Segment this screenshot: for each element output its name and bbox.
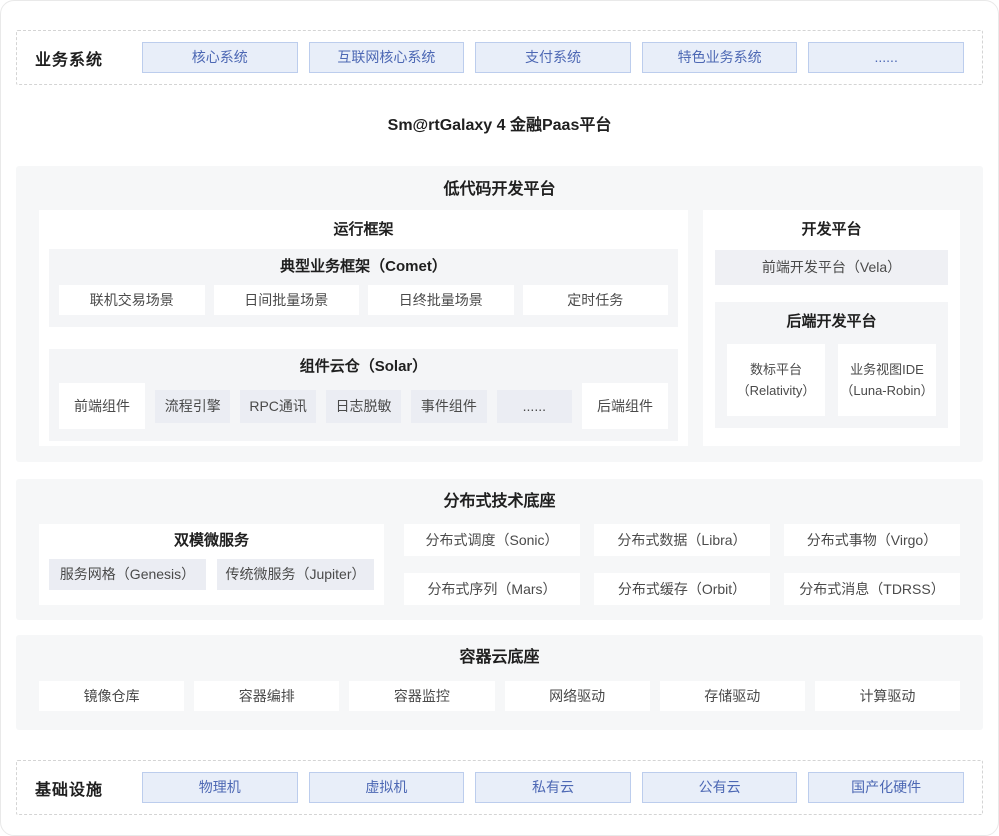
data-platform-relativity: 数标平台 （Relativity）	[727, 344, 825, 416]
comet-items: 联机交易场景 日间批量场景 日终批量场景 定时任务	[59, 285, 668, 315]
business-view-ide-luna-robin: 业务视图IDE （Luna-Robin）	[838, 344, 936, 416]
container-cloud-panel: 容器云底座 镜像仓库 容器编排 容器监控 网络驱动 存储驱动 计算驱动	[16, 635, 983, 730]
solar-warehouse-panel: 组件云仓（Solar） 前端组件 流程引擎 RPC通讯 日志脱敏 事件组件 ..…	[49, 349, 678, 441]
solar-backend-components: 后端组件	[582, 383, 668, 429]
service-mesh-genesis: 服务网格（Genesis）	[49, 559, 206, 590]
business-view-ide-line2: （Luna-Robin）	[838, 380, 936, 401]
distributed-data-libra: 分布式数据（Libra）	[594, 524, 770, 556]
traditional-microservices-jupiter: 传统微服务（Jupiter）	[217, 559, 374, 590]
comet-item-online-trade: 联机交易场景	[59, 285, 205, 315]
infra-physical-machine: 物理机	[142, 772, 298, 803]
container-cloud-items: 镜像仓库 容器编排 容器监控 网络驱动 存储驱动 计算驱动	[39, 681, 960, 711]
business-view-ide-line1: 业务视图IDE	[838, 359, 936, 380]
business-system-payment: 支付系统	[475, 42, 631, 73]
business-systems-strip: 业务系统 核心系统 互联网核心系统 支付系统 特色业务系统 ......	[16, 30, 983, 85]
container-orchestration: 容器编排	[194, 681, 339, 711]
platform-title: Sm@rtGalaxy 4 金融Paas平台	[16, 114, 983, 138]
distributed-items-grid: 分布式调度（Sonic） 分布式数据（Libra） 分布式事物（Virgo） 分…	[404, 524, 960, 605]
lowcode-platform-title: 低代码开发平台	[39, 178, 960, 202]
data-platform-relativity-line1: 数标平台	[727, 359, 825, 380]
container-cloud-title: 容器云底座	[39, 646, 960, 670]
distributed-scheduling-sonic: 分布式调度（Sonic）	[404, 524, 580, 556]
image-registry: 镜像仓库	[39, 681, 184, 711]
container-monitoring: 容器监控	[349, 681, 494, 711]
frontend-dev-platform-vela: 前端开发平台（Vela）	[715, 250, 948, 285]
solar-chip-more: ......	[497, 390, 572, 423]
solar-chip-process-engine: 流程引擎	[155, 390, 230, 423]
infra-public-cloud: 公有云	[642, 772, 798, 803]
business-system-more: ......	[808, 42, 964, 73]
comet-item-intraday-batch: 日间批量场景	[214, 285, 360, 315]
solar-items: 前端组件 流程引擎 RPC通讯 日志脱敏 事件组件 ...... 后端组件	[59, 383, 668, 429]
runtime-framework-panel: 运行框架 典型业务框架（Comet） 联机交易场景 日间批量场景 日终批量场景 …	[39, 210, 688, 446]
dev-platform-panel: 开发平台 前端开发平台（Vela） 后端开发平台 数标平台 （Relativit…	[703, 210, 960, 446]
comet-item-scheduled-task: 定时任务	[523, 285, 669, 315]
dual-mode-microservices-title: 双模微服务	[49, 529, 374, 553]
infra-domestic-hardware: 国产化硬件	[808, 772, 964, 803]
distributed-base-panel: 分布式技术底座 双模微服务 服务网格（Genesis） 传统微服务（Jupite…	[16, 479, 983, 620]
infra-private-cloud: 私有云	[475, 772, 631, 803]
distributed-message-tdrss: 分布式消息（TDRSS）	[784, 573, 960, 605]
distributed-cache-orbit: 分布式缓存（Orbit）	[594, 573, 770, 605]
runtime-framework-title: 运行框架	[49, 218, 678, 242]
network-driver: 网络驱动	[505, 681, 650, 711]
dev-platform-title: 开发平台	[715, 218, 948, 242]
infra-virtual-machine: 虚拟机	[309, 772, 465, 803]
architecture-diagram: 业务系统 核心系统 互联网核心系统 支付系统 特色业务系统 ...... Sm@…	[0, 0, 999, 836]
business-system-core: 核心系统	[142, 42, 298, 73]
distributed-body: 双模微服务 服务网格（Genesis） 传统微服务（Jupiter） 分布式调度…	[39, 524, 960, 605]
solar-frontend-components: 前端组件	[59, 383, 145, 429]
solar-chip-event: 事件组件	[411, 390, 486, 423]
solar-chip-log-masking: 日志脱敏	[326, 390, 401, 423]
data-platform-relativity-line2: （Relativity）	[727, 380, 825, 401]
lowcode-body: 运行框架 典型业务框架（Comet） 联机交易场景 日间批量场景 日终批量场景 …	[39, 210, 960, 446]
lowcode-platform-panel: 低代码开发平台 运行框架 典型业务框架（Comet） 联机交易场景 日间批量场景…	[16, 166, 983, 462]
dual-mode-items: 服务网格（Genesis） 传统微服务（Jupiter）	[49, 559, 374, 590]
distributed-transaction-virgo: 分布式事物（Virgo）	[784, 524, 960, 556]
solar-chip-rpc: RPC通讯	[240, 390, 315, 423]
comet-framework-panel: 典型业务框架（Comet） 联机交易场景 日间批量场景 日终批量场景 定时任务	[49, 249, 678, 327]
business-systems-label: 业务系统	[35, 46, 131, 70]
backend-dev-platform-title: 后端开发平台	[727, 310, 936, 334]
compute-driver: 计算驱动	[815, 681, 960, 711]
storage-driver: 存储驱动	[660, 681, 805, 711]
dual-mode-microservices-panel: 双模微服务 服务网格（Genesis） 传统微服务（Jupiter）	[39, 524, 384, 605]
infrastructure-strip: 基础设施 物理机 虚拟机 私有云 公有云 国产化硬件	[16, 760, 983, 815]
distributed-base-title: 分布式技术底座	[39, 490, 960, 514]
solar-warehouse-title: 组件云仓（Solar）	[59, 355, 668, 379]
comet-item-eod-batch: 日终批量场景	[368, 285, 514, 315]
distributed-sequence-mars: 分布式序列（Mars）	[404, 573, 580, 605]
comet-framework-title: 典型业务框架（Comet）	[59, 255, 668, 279]
backend-dev-items: 数标平台 （Relativity） 业务视图IDE （Luna-Robin）	[727, 344, 936, 416]
business-system-internet-core: 互联网核心系统	[309, 42, 465, 73]
business-system-special: 特色业务系统	[642, 42, 798, 73]
infrastructure-label: 基础设施	[35, 776, 131, 800]
backend-dev-platform-panel: 后端开发平台 数标平台 （Relativity） 业务视图IDE （Luna-R…	[715, 302, 948, 428]
